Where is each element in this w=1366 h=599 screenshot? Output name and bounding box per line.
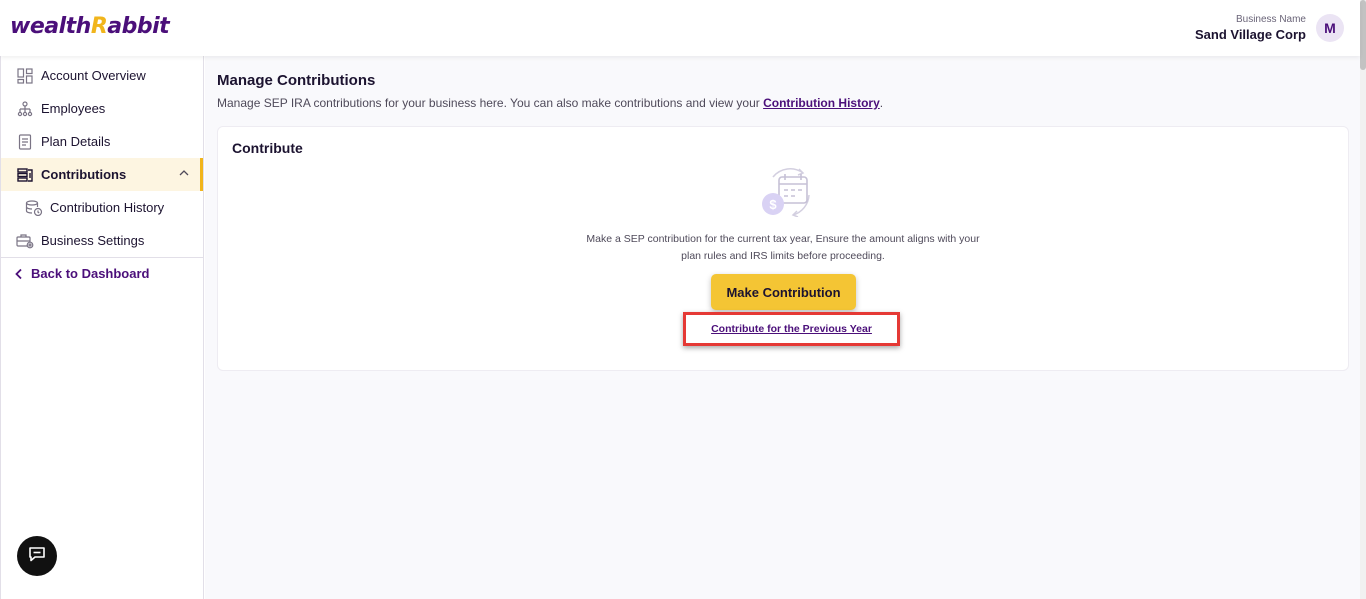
sidebar-item-business-settings[interactable]: Business Settings xyxy=(1,224,203,257)
sidebar-item-label: Contributions xyxy=(41,167,127,182)
page-description: Manage SEP IRA contributions for your bu… xyxy=(217,96,883,110)
page-title: Manage Contributions xyxy=(217,72,376,89)
contribution-message-line1: Make a SEP contribution for the current … xyxy=(586,233,980,245)
page-scrollbar[interactable] xyxy=(1360,0,1366,599)
contribution-history-link[interactable]: Contribution History xyxy=(763,96,880,110)
sidebar: Account Overview Employees Plan Details … xyxy=(0,56,204,599)
sidebar-item-contribution-history[interactable]: Contribution History xyxy=(1,191,203,224)
svg-text:$: $ xyxy=(769,197,777,212)
sidebar-item-label: Plan Details xyxy=(41,134,111,149)
sidebar-item-plan-details[interactable]: Plan Details xyxy=(1,125,203,158)
chevron-left-icon xyxy=(14,268,24,280)
wealthrabbit-logo[interactable]: wealth Rabbit xyxy=(10,14,170,42)
back-to-dashboard-link[interactable]: Back to Dashboard xyxy=(14,266,149,281)
logo-text-wealth: wealth xyxy=(10,14,91,39)
page-description-suffix: . xyxy=(879,96,884,110)
top-bar: wealth Rabbit Business Name Sand Village … xyxy=(0,0,1360,56)
grid-icon xyxy=(16,67,34,85)
business-name-label: Business Name xyxy=(1235,14,1306,25)
sidebar-item-label: Contribution History xyxy=(50,200,165,215)
database-clock-icon xyxy=(25,199,43,217)
sidebar-item-employees[interactable]: Employees xyxy=(1,92,203,125)
business-name-value: Sand Village Corp xyxy=(1194,27,1306,42)
contribute-card: Contribute $ Make a SEP contribution for… xyxy=(217,126,1349,371)
chevron-up-icon[interactable] xyxy=(178,167,190,182)
sidebar-divider xyxy=(1,257,203,258)
chat-support-button[interactable] xyxy=(17,536,57,576)
contribute-previous-year-label: Contribute for the Previous Year xyxy=(711,323,872,335)
briefcase-gear-icon xyxy=(16,232,34,250)
sidebar-item-label: Business Settings xyxy=(41,233,145,248)
calendar-dollar-icon: $ xyxy=(753,165,813,218)
chat-bubble-icon xyxy=(27,544,47,569)
org-chart-icon xyxy=(16,100,34,118)
contribute-previous-year-link[interactable]: Contribute for the Previous Year xyxy=(683,312,900,346)
back-label: Back to Dashboard xyxy=(31,266,150,281)
logo-text-r: R xyxy=(90,14,108,39)
user-avatar[interactable]: M xyxy=(1316,14,1344,42)
sidebar-item-contributions[interactable]: Contributions xyxy=(1,158,203,191)
sidebar-item-label: Employees xyxy=(41,101,106,116)
document-icon xyxy=(16,133,34,151)
sidebar-item-account-overview[interactable]: Account Overview xyxy=(1,59,203,92)
money-stack-icon xyxy=(16,166,34,184)
logo-text-abbit: abbit xyxy=(107,14,170,39)
page-scrollbar-thumb[interactable] xyxy=(1360,0,1366,70)
card-title: Contribute xyxy=(232,140,303,156)
contribution-message: Make a SEP contribution for the current … xyxy=(558,231,1008,265)
business-info: Business Name Sand Village Corp xyxy=(1195,14,1306,44)
main-content: Manage Contributions Manage SEP IRA cont… xyxy=(205,56,1360,599)
sidebar-item-label: Account Overview xyxy=(41,68,146,83)
page-description-text: Manage SEP IRA contributions for your bu… xyxy=(217,96,764,110)
contribution-message-line2: plan rules and IRS limits before proceed… xyxy=(681,250,885,262)
make-contribution-button[interactable]: Make Contribution xyxy=(711,274,856,310)
